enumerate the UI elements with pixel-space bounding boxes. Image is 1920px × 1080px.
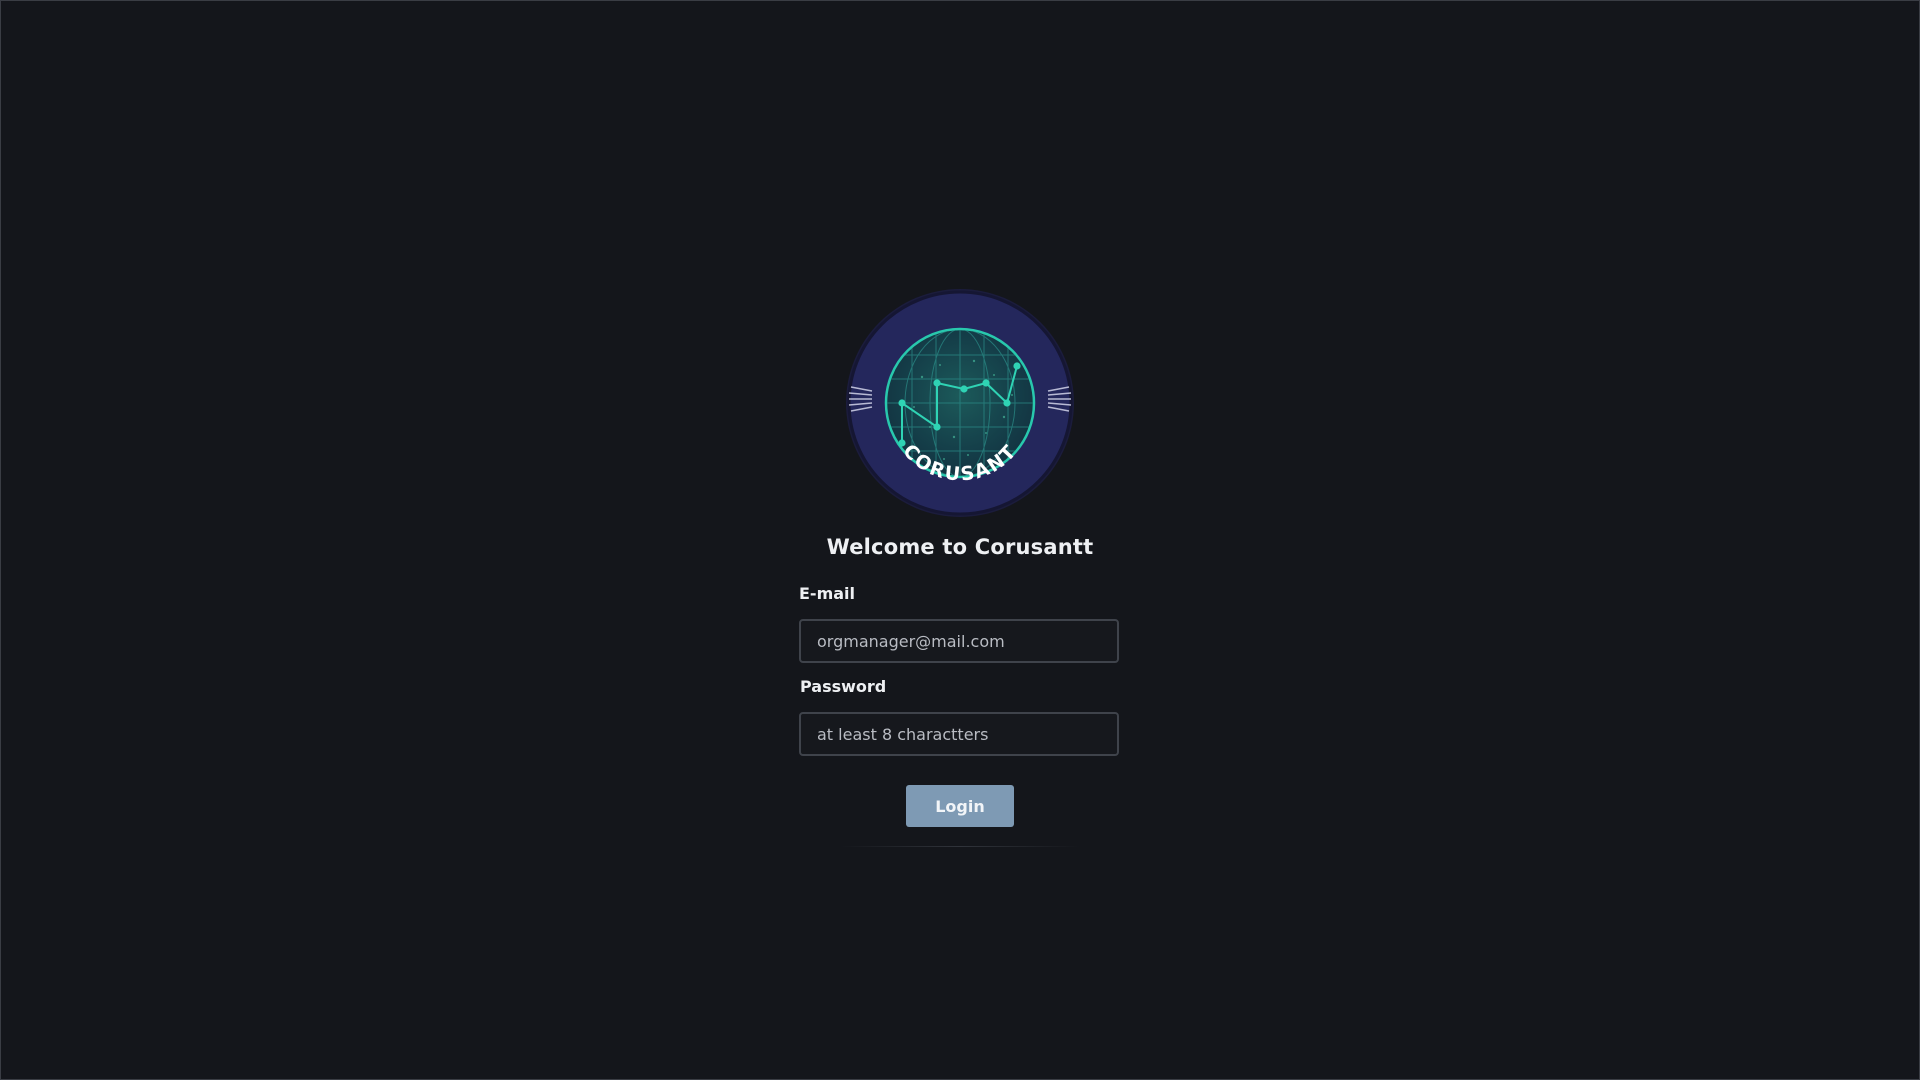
page-title: Welcome to Corusantt <box>826 535 1094 559</box>
password-label: Password <box>800 677 887 696</box>
globe-logo-icon: CORUSANT <box>846 289 1074 517</box>
login-button[interactable]: Login <box>906 785 1014 827</box>
divider <box>840 846 1080 847</box>
password-field[interactable] <box>799 712 1119 756</box>
corusant-logo: CORUSANT <box>844 287 1076 519</box>
email-field[interactable] <box>799 619 1119 663</box>
email-label: E-mail <box>799 584 856 603</box>
